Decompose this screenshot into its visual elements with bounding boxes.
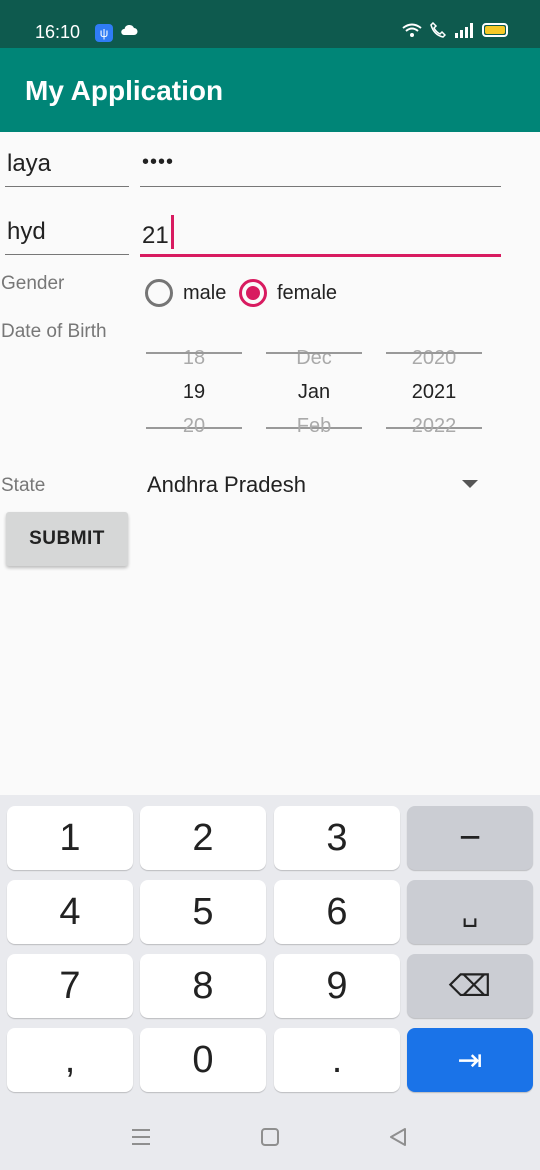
key-1[interactable]: 1 [7,806,133,870]
next-key[interactable]: ⇥ [407,1028,533,1092]
picker-divider [386,352,482,354]
usb-icon: ψ [95,24,113,42]
picker-divider [146,352,242,354]
password-field-value: •••• [142,151,175,173]
radio-unchecked-icon [145,279,173,307]
key-7[interactable]: 7 [7,954,133,1018]
key-period[interactable]: . [274,1028,400,1092]
name-field-value: laya [7,150,52,177]
key-5[interactable]: 5 [140,880,266,944]
picker-divider [266,352,362,354]
cloud-icon [121,24,138,35]
battery-icon [482,23,508,37]
month-prev[interactable]: Dec [266,347,362,370]
status-bar: 16:10 ψ [0,0,540,48]
month-next[interactable]: Feb [266,415,362,438]
city-field[interactable]: hyd [5,218,129,255]
key-6[interactable]: 6 [274,880,400,944]
day-current[interactable]: 19 [146,381,242,404]
month-current[interactable]: Jan [266,381,362,404]
app-bar: My Application [0,48,540,132]
numeric-keyboard: 1 2 3 − 4 5 6 ␣ 7 8 9 ⌫ , 0 . ⇥ [0,795,540,1105]
key-8[interactable]: 8 [140,954,266,1018]
wifi-icon [402,23,422,37]
day-prev[interactable]: 18 [146,347,242,370]
day-picker[interactable]: 18 19 20 [146,340,242,440]
year-picker[interactable]: 2020 2021 2022 [386,340,482,440]
gender-female-radio[interactable]: female [239,279,337,307]
key-4[interactable]: 4 [7,880,133,944]
name-field[interactable]: laya [5,150,129,187]
home-icon[interactable] [261,1128,279,1146]
password-field[interactable]: •••• [140,150,501,187]
status-icons [402,22,508,38]
signal-icon [455,23,473,38]
gender-female-label: female [277,281,338,304]
year-next[interactable]: 2022 [386,415,482,438]
text-cursor [170,215,174,249]
state-label: State [1,475,46,496]
call-icon [430,22,446,38]
gender-label: Gender [1,273,65,294]
radio-checked-icon [239,279,267,307]
back-icon[interactable] [388,1127,408,1147]
key-comma[interactable]: , [7,1028,133,1092]
key-3[interactable]: 3 [274,806,400,870]
key-0[interactable]: 0 [140,1028,266,1092]
key-9[interactable]: 9 [274,954,400,1018]
key-minus[interactable]: − [407,806,533,870]
navigation-bar [0,1105,540,1170]
month-picker[interactable]: Dec Jan Feb [266,340,362,440]
gender-male-radio[interactable]: male [145,279,226,307]
status-time: 16:10 [35,22,81,42]
city-field-value: hyd [7,218,46,245]
state-spinner-value: Andhra Pradesh [147,472,306,497]
year-prev[interactable]: 2020 [386,347,482,370]
dropdown-arrow-icon[interactable] [462,480,478,488]
dob-label: Date of Birth [1,321,107,342]
day-next[interactable]: 20 [146,415,242,438]
gender-male-label: male [183,281,227,304]
year-current[interactable]: 2021 [386,381,482,404]
backspace-key[interactable]: ⌫ [407,954,533,1018]
submit-button[interactable]: SUBMIT [6,512,128,566]
age-field[interactable]: 21 [140,215,501,257]
key-space[interactable]: ␣ [407,880,533,944]
app-title: My Application [25,75,224,106]
recents-icon[interactable] [132,1129,150,1150]
key-2[interactable]: 2 [140,806,266,870]
age-field-value: 21 [142,222,169,249]
